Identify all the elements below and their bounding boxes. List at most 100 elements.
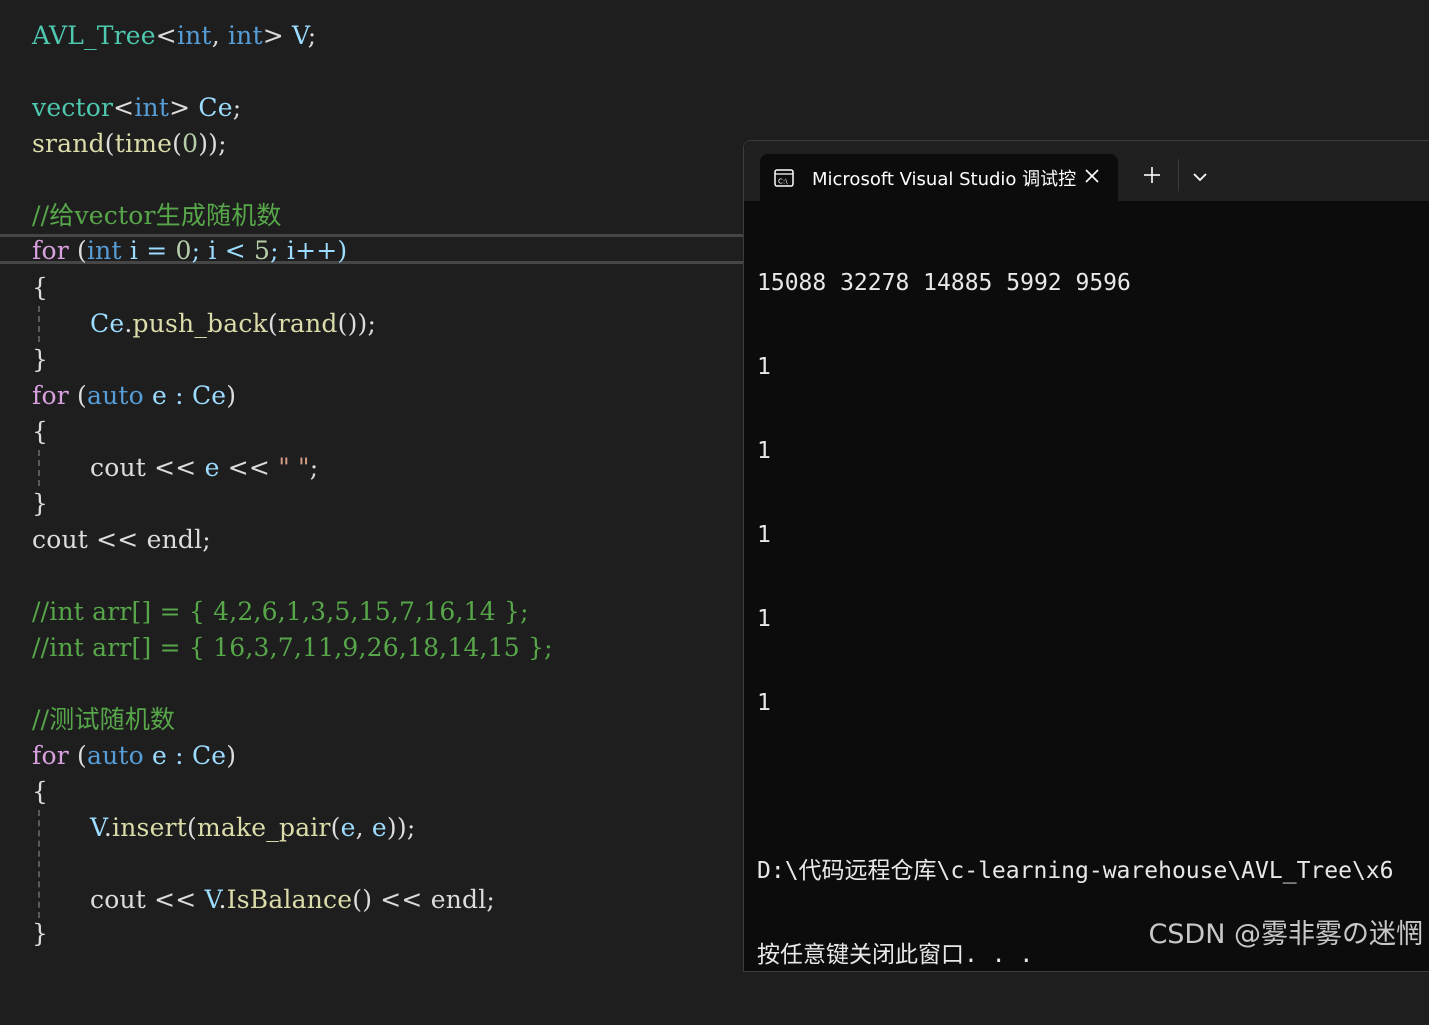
token: > <box>169 93 199 122</box>
token: e <box>371 813 387 842</box>
close-icon[interactable] <box>1078 162 1106 190</box>
output-line: 15088 32278 14885 5992 9596 <box>757 270 1131 296</box>
watermark: CSDN @雾非雾の迷惘 <box>1148 919 1423 950</box>
token: ( <box>186 813 197 842</box>
code-line-12[interactable]: { <box>32 414 48 450</box>
terminal-tab-title: Microsoft Visual Studio 调试控 <box>812 169 1077 190</box>
token: for <box>32 381 69 410</box>
terminal-tab-bar: C:\ Microsoft Visual Studio 调试控 <box>744 141 1429 201</box>
debug-console-window[interactable]: C:\ Microsoft Visual Studio 调试控 15088 32… <box>743 140 1429 972</box>
token: ) <box>226 741 237 770</box>
code-line-20[interactable]: //测试随机数 <box>32 702 175 738</box>
token: insert <box>112 813 187 842</box>
terminal-output: 15088 32278 14885 5992 9596 1 1 1 1 1 D:… <box>757 213 1394 1025</box>
token: for <box>32 236 69 265</box>
token: int <box>86 236 122 265</box>
token: e <box>340 813 356 842</box>
indent-guide <box>38 306 40 342</box>
token: , <box>211 21 228 50</box>
token: ()); <box>337 309 377 338</box>
code-line-1[interactable]: AVL_Tree<int, int> V; <box>32 18 316 54</box>
token: ; <box>307 21 317 50</box>
token: ( <box>68 236 87 265</box>
indent-guide <box>38 450 40 486</box>
output-line: 1 <box>757 354 771 380</box>
token: e : <box>143 741 192 770</box>
indent-guide <box>38 810 40 918</box>
token: srand <box>32 129 105 158</box>
terminal-tab[interactable]: C:\ Microsoft Visual Studio 调试控 <box>760 154 1118 201</box>
token: V <box>292 21 308 50</box>
token: () << endl; <box>352 885 496 914</box>
token: int <box>227 21 263 50</box>
code-line-13[interactable]: cout << e << " "; <box>90 450 318 486</box>
token: ( <box>172 129 183 158</box>
token: Ce <box>198 93 233 122</box>
token: auto <box>86 741 144 770</box>
token: V <box>90 813 104 842</box>
token: V <box>204 885 219 914</box>
token: )); <box>198 129 227 158</box>
token: int <box>176 21 212 50</box>
token: 0 <box>175 236 192 265</box>
code-line-8[interactable]: { <box>32 270 48 306</box>
code-line-3[interactable]: vector<int> Ce; <box>32 90 241 126</box>
token: ( <box>104 129 115 158</box>
token: , <box>355 813 372 842</box>
token: < <box>113 93 135 122</box>
output-line: 1 <box>757 690 771 716</box>
output-line: 1 <box>757 606 771 632</box>
code-line-7[interactable]: for (int i = 0; i < 5; i++) <box>32 233 347 269</box>
code-line-17[interactable]: //int arr[] = { 4,2,6,1,3,5,15,7,16,14 }… <box>32 594 529 630</box>
token: ( <box>267 309 278 338</box>
code-line-14[interactable]: } <box>32 486 48 522</box>
token: 5 <box>254 236 271 265</box>
token: for <box>32 741 69 770</box>
token: ( <box>68 741 87 770</box>
code-line-22[interactable]: { <box>32 774 48 810</box>
token: ; i++) <box>270 236 348 265</box>
output-line: 1 <box>757 438 771 464</box>
token: auto <box>86 381 144 410</box>
token: ; <box>309 453 319 482</box>
tab-separator <box>1178 159 1179 191</box>
code-line-9[interactable]: Ce.push_back(rand()); <box>90 306 376 342</box>
token: ) <box>226 381 237 410</box>
new-tab-plus-icon[interactable] <box>1140 163 1164 187</box>
token: Ce <box>191 381 227 410</box>
chevron-down-icon[interactable] <box>1188 165 1212 189</box>
token: IsBalance <box>226 885 353 914</box>
code-line-4[interactable]: srand(time(0)); <box>32 126 227 162</box>
token: << <box>219 453 279 482</box>
token: i = <box>121 236 176 265</box>
code-line-15[interactable]: cout << endl; <box>32 522 211 558</box>
token: vector <box>32 93 114 122</box>
token: cout << <box>90 885 205 914</box>
code-line-23[interactable]: V.insert(make_pair(e, e)); <box>90 810 415 846</box>
token: time <box>114 129 173 158</box>
output-line: 1 <box>757 522 771 548</box>
code-line-26[interactable]: } <box>32 916 48 952</box>
code-line-25[interactable]: cout << V.IsBalance() << endl; <box>90 882 495 918</box>
token: push_back <box>132 309 268 338</box>
output-line: D:\代码远程仓库\c-learning-warehouse\AVL_Tree\… <box>757 858 1394 884</box>
token: Ce <box>191 741 227 770</box>
token: e <box>204 453 220 482</box>
code-line-18[interactable]: //int arr[] = { 16,3,7,11,9,26,18,14,15 … <box>32 630 553 666</box>
token: )); <box>386 813 416 842</box>
token: ( <box>330 813 341 842</box>
token: AVL_Tree <box>32 21 156 50</box>
code-line-21[interactable]: for (auto e : Ce) <box>32 738 236 774</box>
token: " " <box>278 453 310 482</box>
token: < <box>155 21 177 50</box>
token: make_pair <box>196 813 331 842</box>
token: . <box>218 885 227 914</box>
token: ; <box>232 93 242 122</box>
code-line-6[interactable]: //给vector生成随机数 <box>32 198 282 234</box>
token: ( <box>68 381 87 410</box>
token: rand <box>277 309 338 338</box>
code-line-11[interactable]: for (auto e : Ce) <box>32 378 236 414</box>
token: Ce <box>90 309 125 338</box>
code-line-10[interactable]: } <box>32 342 48 378</box>
